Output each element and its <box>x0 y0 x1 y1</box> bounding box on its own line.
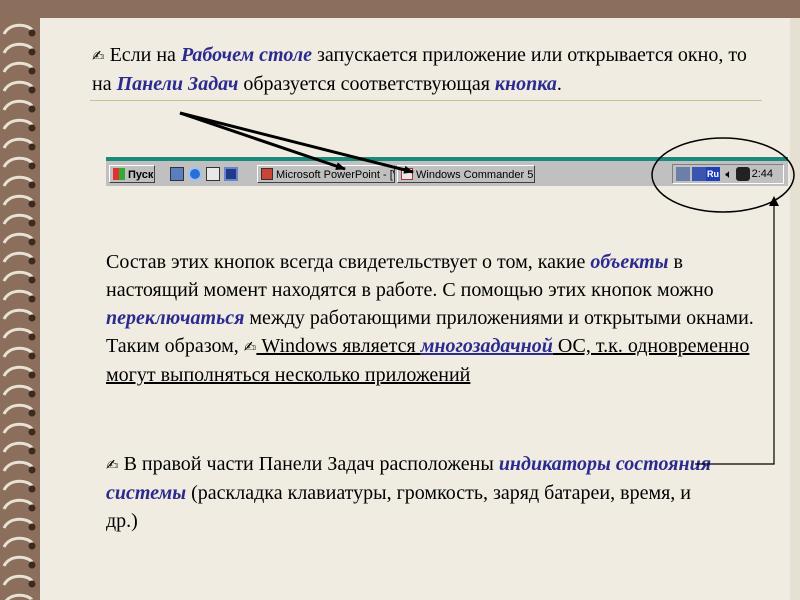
arrow-to-commander-button <box>179 111 414 174</box>
arrowhead <box>769 196 779 206</box>
connector-line <box>695 206 775 465</box>
arrow-to-powerpoint-button <box>179 111 346 171</box>
annotation-overlay <box>179 111 795 465</box>
